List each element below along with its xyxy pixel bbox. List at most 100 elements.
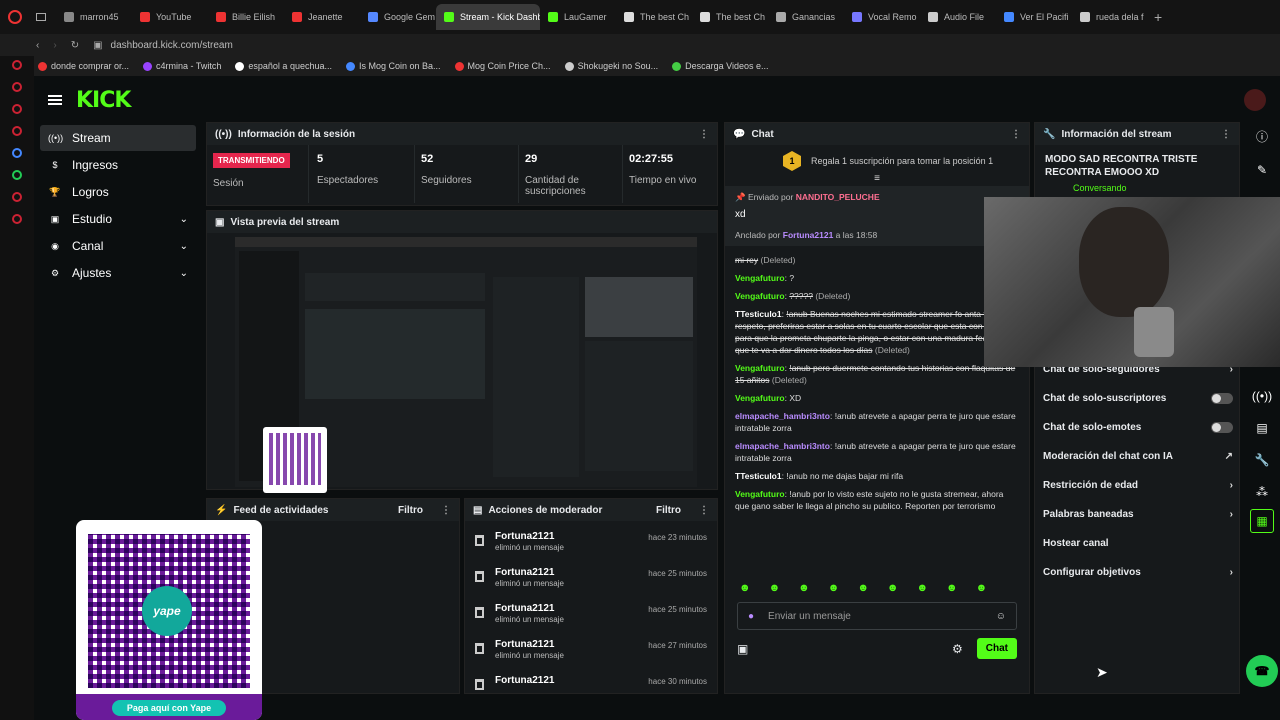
sidebar-app-icon[interactable]: [12, 104, 22, 114]
browser-logo-icon[interactable]: [8, 10, 22, 24]
emote-icon[interactable]: ☻: [769, 582, 781, 594]
chat-username[interactable]: Vengafuturo: [735, 273, 785, 283]
setting-row[interactable]: Palabras baneadas ›: [1035, 500, 1241, 529]
signal-icon[interactable]: ((•)): [1244, 389, 1280, 403]
sidebar-app-icon[interactable]: [12, 126, 22, 136]
browser-tab[interactable]: rueda dela f: [1072, 4, 1148, 30]
emote-icon[interactable]: ☻: [739, 582, 751, 594]
sidebar-item-stream[interactable]: ((•)) Stream: [40, 125, 196, 151]
chat-message[interactable]: elmapache_hambri3nto: !anub atrevete a a…: [735, 410, 1019, 434]
filter-button[interactable]: Filtro: [398, 505, 423, 516]
reload-icon[interactable]: ↻: [71, 40, 79, 51]
browser-tab[interactable]: Ganancias: [768, 4, 844, 30]
settings-icon[interactable]: ⚙: [952, 642, 963, 656]
emote-icon[interactable]: ☻: [916, 582, 928, 594]
more-icon[interactable]: ⋮: [699, 505, 709, 516]
chat-message[interactable]: Vengafuturo: ?: [735, 272, 1019, 284]
browser-tab[interactable]: The best Ch: [692, 4, 768, 30]
chat-message[interactable]: Vengafuturo: XD: [735, 392, 1019, 404]
info-icon[interactable]: ⓘ: [1244, 128, 1280, 145]
chat-username[interactable]: Vengafuturo: [735, 393, 785, 403]
more-icon[interactable]: ⋮: [441, 505, 451, 516]
setting-row[interactable]: Restricción de edad ›: [1035, 471, 1241, 500]
bookmark-item[interactable]: español a quechua...: [235, 61, 332, 71]
bookmark-item[interactable]: donde comprar or...: [38, 61, 129, 71]
emote-icon[interactable]: ☻: [828, 582, 840, 594]
nodes-icon[interactable]: ⁂: [1244, 485, 1280, 499]
sidebar-app-icon[interactable]: [12, 148, 22, 158]
sidebar-item-estudio[interactable]: ▣ Estudio ⌄: [40, 206, 196, 232]
sidebar-app-icon[interactable]: [12, 60, 22, 70]
sidebar-item-ajustes[interactable]: ⚙ Ajustes ⌄: [40, 260, 196, 286]
toggle-switch[interactable]: [1211, 422, 1233, 433]
setting-row[interactable]: Hostear canal: [1035, 529, 1241, 558]
collapse-icon[interactable]: ≡: [725, 173, 1029, 184]
menu-icon[interactable]: [48, 95, 62, 105]
edit-icon[interactable]: ✎: [1244, 163, 1280, 177]
sidebar-item-logros[interactable]: 🏆 Logros: [40, 179, 196, 205]
filter-button[interactable]: Filtro: [656, 505, 681, 516]
chevron-down-icon[interactable]: ⌄: [180, 214, 188, 225]
bookmark-item[interactable]: Shokugeki no Sou...: [564, 61, 658, 71]
chevron-right-icon[interactable]: ›: [1230, 509, 1233, 520]
send-chat-button[interactable]: Chat: [976, 638, 1017, 659]
browser-tab[interactable]: YouTube: [132, 4, 208, 30]
bookmark-item[interactable]: Is Mog Coin on Ba...: [345, 61, 441, 71]
external-link-icon[interactable]: ↗: [1225, 451, 1233, 462]
bookmark-item[interactable]: Descarga Videos e...: [672, 61, 769, 71]
badge-icon[interactable]: ●: [748, 611, 754, 622]
chat-message[interactable]: elmapache_hambri3nto: !anub atrevete a a…: [735, 440, 1019, 464]
chat-message[interactable]: TTesticulo1: !anub Buenas noches mi esti…: [735, 308, 1019, 356]
kick-logo[interactable]: KICK: [76, 88, 131, 113]
chat-input[interactable]: ● Enviar un mensaje ☺: [737, 602, 1017, 630]
chat-username[interactable]: TTesticulo1: [735, 471, 782, 481]
chat-username[interactable]: elmapache_hambri3nto: [735, 411, 830, 421]
setting-row[interactable]: Chat de solo-suscriptores: [1035, 384, 1241, 413]
chevron-down-icon[interactable]: ⌄: [180, 241, 188, 252]
chat-message[interactable]: Vengafuturo: !anub pero duermete contand…: [735, 362, 1019, 386]
browser-tab[interactable]: Billie Eilish: [208, 4, 284, 30]
avatar[interactable]: [1244, 89, 1266, 111]
browser-tab[interactable]: Vocal Remo: [844, 4, 920, 30]
browser-tab[interactable]: Ver El Pacifi: [996, 4, 1072, 30]
sidebar-app-icon[interactable]: [12, 82, 22, 92]
support-icon[interactable]: ☎: [1246, 655, 1278, 687]
sidebar-app-icon[interactable]: [12, 170, 22, 180]
more-icon[interactable]: ⋮: [699, 129, 709, 140]
browser-tab[interactable]: Audio File: [920, 4, 996, 30]
browser-tab[interactable]: Jeanette: [284, 4, 360, 30]
emote-icon[interactable]: ☻: [887, 582, 899, 594]
chat-message[interactable]: TTesticulo1: !anub no me dajas bajar mi …: [735, 470, 1019, 482]
new-tab-icon[interactable]: +: [1154, 9, 1162, 25]
chevron-right-icon[interactable]: ›: [1230, 480, 1233, 491]
browser-tab[interactable]: LauGamer: [540, 4, 616, 30]
sidebar-item-ingresos[interactable]: $ Ingresos: [40, 152, 196, 178]
tab-list-icon[interactable]: [36, 13, 46, 21]
forward-icon[interactable]: ›: [53, 40, 56, 51]
tool-icon[interactable]: 🔧: [1244, 453, 1280, 467]
chat-message[interactable]: mi rey (Deleted): [735, 254, 1019, 266]
back-icon[interactable]: ‹: [36, 40, 39, 51]
gift-promo[interactable]: 1 Regala 1 suscripción para tomar la pos…: [725, 145, 1029, 171]
chevron-right-icon[interactable]: ›: [1230, 567, 1233, 578]
bookmark-item[interactable]: Mog Coin Price Ch...: [454, 61, 551, 71]
emote-icon[interactable]: ☻: [857, 582, 869, 594]
more-icon[interactable]: ⋮: [1011, 129, 1021, 140]
chat-message[interactable]: Vengafuturo: !anub por lo visto este suj…: [735, 488, 1019, 512]
chat-message[interactable]: Vengafuturo: ????? (Deleted): [735, 290, 1019, 302]
url-field[interactable]: dashboard.kick.com/stream: [111, 40, 233, 51]
setting-row[interactable]: Moderación del chat con IA ↗: [1035, 442, 1241, 471]
chat-username[interactable]: Vengafuturo: [735, 489, 785, 499]
chat-username[interactable]: elmapache_hambri3nto: [735, 441, 830, 451]
browser-tab[interactable]: marron45: [56, 4, 132, 30]
browser-tab[interactable]: The best Ch: [616, 4, 692, 30]
site-info-icon[interactable]: ▣: [93, 40, 102, 51]
sidebar-item-canal[interactable]: ◉ Canal ⌄: [40, 233, 196, 259]
chat-username[interactable]: Vengafuturo: [735, 291, 785, 301]
chat-username[interactable]: Vengafuturo: [735, 363, 785, 373]
bookmark-item[interactable]: c4rmina - Twitch: [143, 61, 221, 71]
browser-tab[interactable]: Stream - Kick Dashbo: [436, 4, 540, 30]
chat-username[interactable]: TTesticulo1: [735, 309, 782, 319]
setting-row[interactable]: Configurar objetivos ›: [1035, 558, 1241, 587]
chat-widget-icon[interactable]: ▦: [1250, 509, 1274, 533]
